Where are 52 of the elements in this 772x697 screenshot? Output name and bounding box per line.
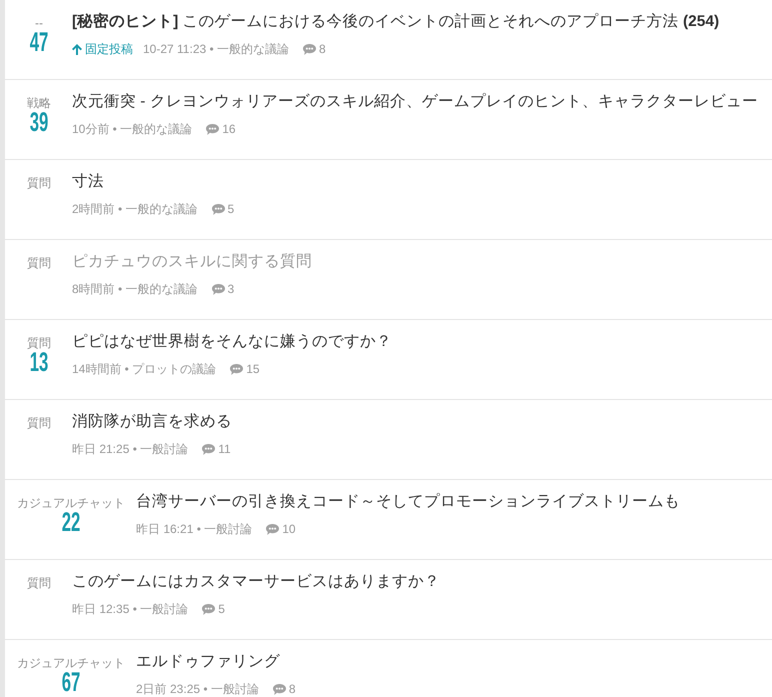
topic-title[interactable]: ピピはなぜ世界樹をそんなに嫌うのですか？ [72, 332, 392, 352]
score: 47 [30, 31, 48, 53]
topic-title[interactable]: 寸法 [72, 172, 234, 192]
topic-meta: 2時間前 • 一般的な議論 [72, 201, 198, 218]
category-label[interactable]: カジュアルチャット [17, 654, 125, 672]
comment-icon [202, 604, 216, 614]
topic-title[interactable]: エルドゥファリング [136, 652, 296, 672]
topic-meta: 10-27 11:23 • 一般的な議論 [143, 41, 290, 58]
comment-count: 8 [288, 681, 296, 697]
topic-title[interactable]: 次元衝突 - クレヨンウォリアーズのスキル紹介、ゲームプレイのヒント、キャラクターレビュー [72, 92, 758, 112]
category-label[interactable]: 質問 [27, 414, 51, 432]
comment-count: 5 [228, 201, 234, 218]
category-label[interactable]: -- [35, 14, 43, 32]
topic-meta: 14時間前 • プロットの議論 [72, 361, 216, 378]
topic-title[interactable]: [秘密のヒント] このゲームにおける今後のイベントの計画とそれへのアプローチ方法 (254) [72, 12, 720, 32]
score: 13 [30, 351, 48, 373]
category-label[interactable]: 質問 [27, 574, 51, 592]
category-label[interactable]: 質問 [27, 174, 51, 192]
topic-meta: 昨日 16:21 • 一般討論 [136, 521, 252, 538]
score: 22 [62, 511, 80, 533]
category-label[interactable]: 質問 [27, 334, 51, 352]
comment-icon [272, 684, 286, 694]
up-arrow-icon [72, 44, 82, 54]
comment-icon [212, 284, 225, 294]
score: 39 [30, 111, 48, 133]
topic-meta: 2日前 23:25 • 一般討論 [136, 681, 259, 697]
topic-meta: 昨日 21:25 • 一般討論 [72, 441, 188, 458]
score: 67 [62, 671, 80, 693]
comment-icon [206, 124, 220, 134]
topic-meta: 10分前 • 一般的な議論 [72, 121, 192, 138]
comment-icon [266, 524, 280, 534]
comment-count: 10 [282, 521, 296, 538]
comment-count: 3 [228, 281, 234, 298]
topic-title[interactable]: 台湾サーバーの引き換えコード～そしてプロモーションライブストリームも [136, 492, 680, 512]
category-label[interactable]: カジュアルチャット [17, 494, 125, 512]
topic-meta: 昨日 12:35 • 一般討論 [72, 601, 188, 618]
comment-count: 16 [222, 121, 236, 138]
comment-icon [202, 444, 216, 454]
comment-icon [212, 204, 225, 214]
topic-title[interactable]: このゲームにはカスタマーサービスはありますか？ [72, 572, 440, 592]
topic-title[interactable]: ピカチュウのスキルに関する質問 [72, 252, 312, 272]
comment-icon [303, 44, 316, 54]
topic-meta: 8時間前 • 一般的な議論 [72, 281, 198, 298]
comment-count: 8 [319, 41, 326, 58]
topic-title[interactable]: 消防隊が助言を求める [72, 412, 232, 432]
comment-icon [230, 364, 244, 374]
category-label[interactable]: 質問 [27, 254, 51, 272]
comment-count: 11 [218, 441, 231, 458]
comment-count: 5 [218, 601, 225, 618]
category-label[interactable]: 戦略 [27, 94, 51, 112]
pinned-label: 固定投稿 [85, 41, 133, 58]
comment-count: 15 [246, 361, 260, 378]
